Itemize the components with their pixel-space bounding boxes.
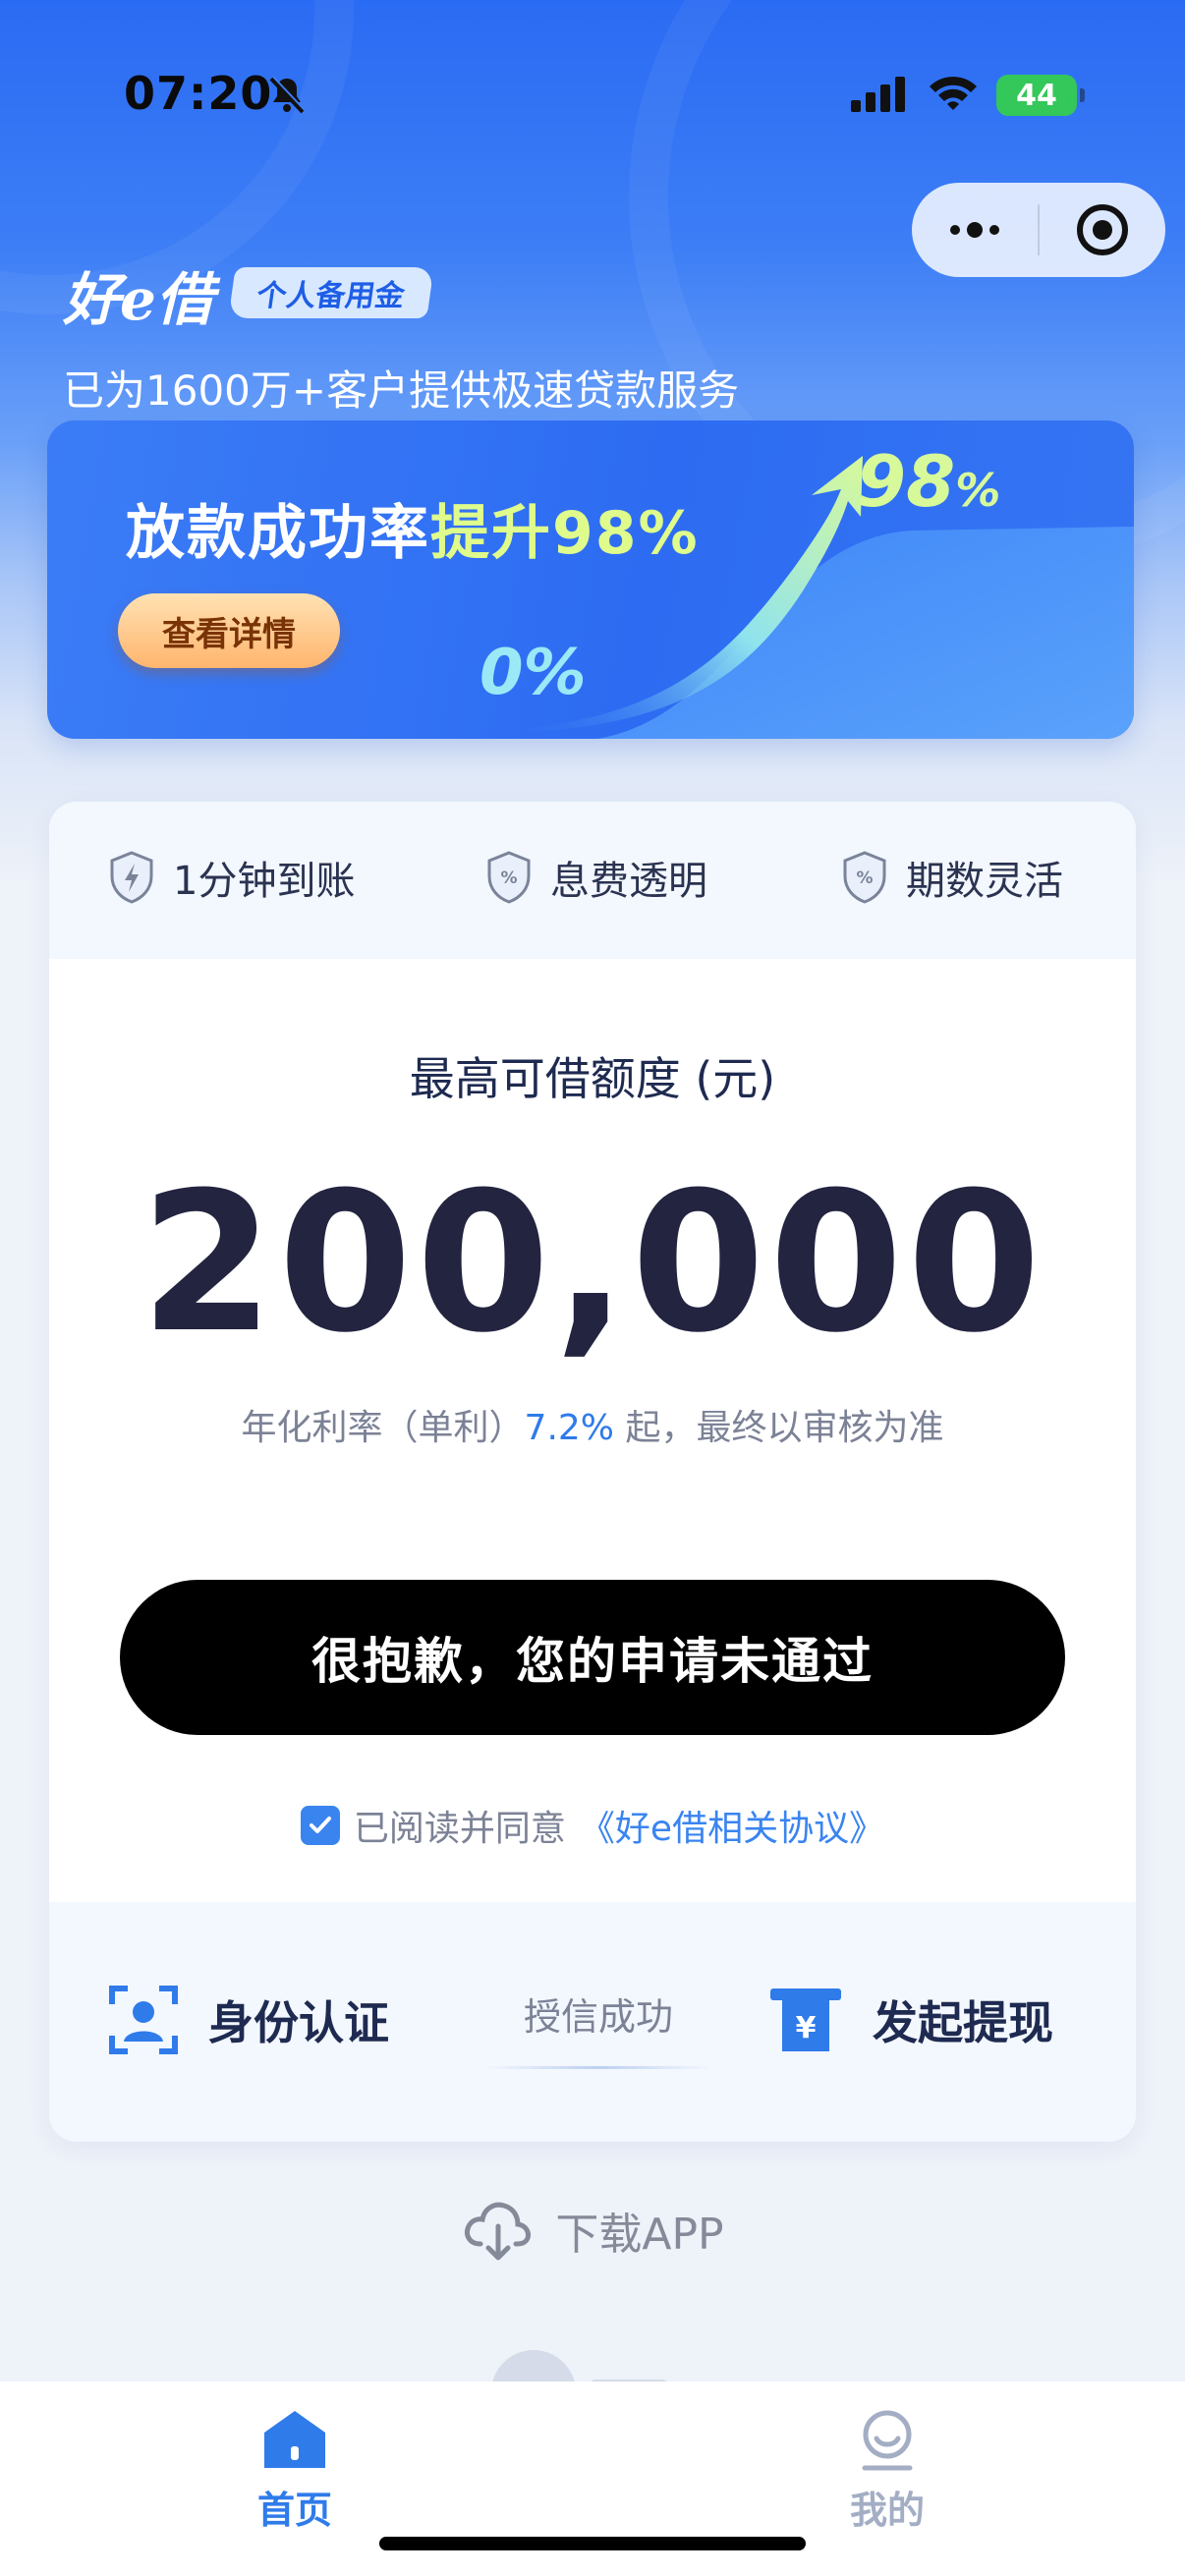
bell-muted-icon	[269, 76, 306, 114]
more-dots-icon	[950, 222, 999, 238]
tab-home[interactable]: 首页	[197, 2407, 393, 2534]
battery-indicator: 44	[996, 75, 1085, 116]
tab-mine[interactable]: 我的	[789, 2407, 986, 2534]
feature-transparent-fees: % 息费透明	[485, 849, 707, 906]
step-credit: 授信成功	[485, 1987, 711, 2069]
brand-tag: 个人备用金	[228, 267, 434, 318]
svg-text:¥: ¥	[796, 2011, 817, 2045]
status-time: 07:20	[124, 67, 273, 120]
banner-end-number: 98	[857, 440, 956, 523]
banner-headline-prefix: 放款成功率	[126, 499, 430, 568]
rate-value: 7.2%	[524, 1408, 615, 1448]
home-icon	[264, 2411, 325, 2468]
svg-text:%: %	[856, 868, 873, 888]
feature-label: 息费透明	[550, 859, 707, 904]
promo-banner[interactable]: 放款成功率提升98% 查看详情 0% 98%	[47, 420, 1134, 739]
cloud-download-icon	[465, 2202, 532, 2261]
process-steps: 身份认证 授信成功 ¥ 发起提现	[49, 1902, 1136, 2142]
user-smile-icon	[862, 2410, 913, 2471]
face-scan-icon	[109, 1986, 178, 2054]
feature-flexible-terms: % 期数灵活	[841, 849, 1063, 906]
feature-label: 期数灵活	[906, 859, 1063, 904]
download-app-link[interactable]: 下载APP	[0, 2197, 1185, 2264]
wifi-icon	[930, 77, 977, 110]
tab-mine-label: 我的	[849, 2489, 925, 2532]
checkmark-icon	[309, 1817, 331, 1833]
credit-limit-amount: 200,000	[140, 1151, 1045, 1375]
view-details-button[interactable]: 查看详情	[118, 593, 340, 668]
battery-level: 44	[1016, 78, 1057, 113]
banner-headline-highlight: 提升98%	[430, 499, 700, 568]
banner-headline: 放款成功率提升98%	[126, 485, 700, 571]
application-status-button[interactable]: 很抱歉，您的申请未通过	[120, 1580, 1065, 1735]
feature-label: 1分钟到账	[173, 859, 356, 904]
signal-icon	[851, 77, 905, 112]
credit-limit-title: 最高可借额度 (元)	[409, 1052, 776, 1105]
target-icon	[1077, 204, 1128, 255]
feature-fast-arrival: 1分钟到账	[108, 849, 355, 906]
shield-percent-icon: %	[843, 851, 886, 904]
close-miniprogram-button[interactable]	[1040, 183, 1165, 277]
shield-bolt-icon	[110, 851, 153, 904]
feature-strip: 1分钟到账 % 息费透明 % 期数灵活	[49, 802, 1136, 959]
brand-logo: 好e借	[63, 266, 213, 333]
loan-card: 1分钟到账 % 息费透明 % 期数灵活 最高可借额度 (元) 200,000 年…	[49, 802, 1136, 2142]
step-withdraw: ¥ 发起提现	[768, 1985, 1053, 2055]
withdraw-atm-icon: ¥	[770, 1988, 841, 2051]
shield-percent-icon: %	[487, 851, 531, 904]
banner-end-unit: %	[955, 464, 1001, 517]
home-indicator	[379, 2537, 806, 2550]
agreement-checkbox[interactable]	[300, 1806, 340, 1845]
tagline: 已为1600万+客户提供极速贷款服务	[63, 366, 740, 415]
step-label: 身份认证	[208, 1996, 389, 2049]
step-identity: 身份认证	[108, 1985, 389, 2055]
miniprogram-capsule	[912, 183, 1165, 277]
more-button[interactable]	[912, 183, 1038, 277]
rate-suffix: 起，最终以审核为准	[614, 1408, 944, 1448]
rate-prefix: 年化利率（单利）	[241, 1408, 525, 1448]
download-label: 下载APP	[555, 2210, 724, 2260]
svg-text:%: %	[500, 868, 517, 888]
banner-start-value: 0%	[480, 637, 587, 709]
tab-home-label: 首页	[256, 2489, 332, 2532]
agreement-link[interactable]: 《好e借相关协议》	[580, 1800, 884, 1851]
agreement-row: 已阅读并同意 《好e借相关协议》	[49, 1800, 1136, 1851]
interest-rate-note: 年化利率（单利）7.2% 起，最终以审核为准	[49, 1399, 1136, 1450]
banner-end-value: 98%	[857, 440, 1000, 523]
step-label: 发起提现	[873, 1996, 1053, 2049]
agreement-text: 已阅读并同意	[353, 1809, 566, 1849]
